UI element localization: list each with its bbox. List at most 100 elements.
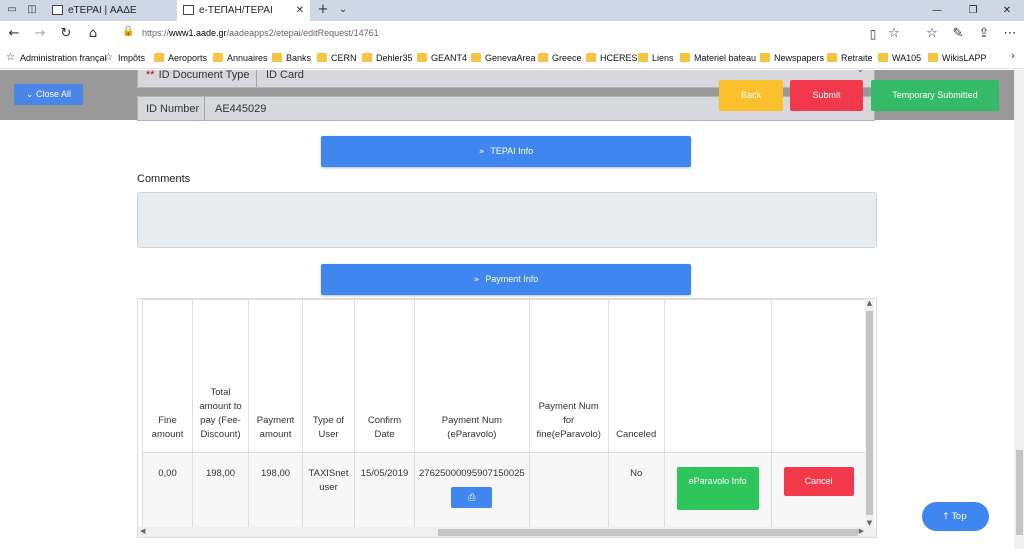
payment-num-cell: 27625000095907150025 ⎙ <box>414 452 530 531</box>
table-vertical-scrollbar[interactable]: ▲ ▼ <box>865 299 874 527</box>
favorite-folder-wikislapp[interactable]: WikisLAPP <box>928 51 987 65</box>
field-divider <box>204 97 205 121</box>
scroll-top-button[interactable]: ↑ Top <box>922 502 989 531</box>
close-tab-icon[interactable]: ✕ <box>296 0 304 21</box>
submit-button[interactable]: Submit <box>790 80 863 111</box>
tab-list-icon[interactable]: ⌄ <box>336 3 350 17</box>
payment-info-label: Payment Info <box>485 274 539 284</box>
cancel-payment-button[interactable]: Cancel <box>783 467 854 496</box>
page-icon <box>183 5 194 15</box>
payment-table-container: Fine amount Total amount to pay (Fee-Dis… <box>137 298 877 538</box>
reading-view-icon[interactable]: ▯ <box>865 26 881 42</box>
forward-icon[interactable]: → <box>32 26 48 42</box>
print-button[interactable]: ⎙ <box>451 487 493 508</box>
comments-textarea[interactable] <box>137 192 877 248</box>
favorite-folder-materiel-bateau[interactable]: Materiel bateau <box>680 51 756 65</box>
more-favorites-icon[interactable]: › <box>1005 48 1021 64</box>
tab-e-tepah[interactable]: e-ΤΕΠΑΗ/ΤΕΡΑΙ ✕ <box>177 0 310 21</box>
temporary-submitted-button[interactable]: Temporary Submitted <box>871 80 999 111</box>
favorite-impots[interactable]: ☆ Impôts <box>104 51 145 65</box>
tab-title: eTEPAI | ΑΑΔΕ <box>68 5 137 16</box>
scroll-left-icon[interactable]: ◀ <box>140 527 145 535</box>
minimize-icon[interactable]: — <box>920 0 954 21</box>
tepai-info-label: TEPAI Info <box>490 146 534 156</box>
folder-icon <box>586 53 596 62</box>
url-field[interactable]: 🔒 https://www1.aade.gr/aadeapps2/etepai/… <box>116 24 910 44</box>
back-button[interactable]: Back <box>719 80 783 111</box>
favorite-folder-hceres[interactable]: HCERES <box>586 51 638 65</box>
folder-icon <box>213 53 223 62</box>
chevron-down-icon[interactable]: ⌄ <box>856 70 864 75</box>
star-icon: ☆ <box>104 52 113 63</box>
share-icon[interactable]: ⇪ <box>976 26 992 42</box>
cancel-cell: Cancel <box>770 452 867 531</box>
scroll-right-icon[interactable]: ▶ <box>859 527 864 535</box>
scroll-down-icon[interactable]: ▼ <box>865 519 874 527</box>
close-all-button[interactable]: ⌄ Close All <box>14 84 83 105</box>
col-total-amount: Total amount to pay (Fee-Discount) <box>192 299 249 453</box>
payment-num-value: 27625000095907150025 <box>419 468 525 479</box>
payment-amount-cell: 198,00 <box>248 452 303 531</box>
address-bar-row: ← → ↻ ⌂ 🔒 https://www1.aade.gr/aadeapps2… <box>0 21 1024 47</box>
favorite-folder-retraite[interactable]: Retraite <box>827 51 873 65</box>
favorites-bar: ☆ Administration françai ☆ Impôts Aeroport… <box>0 47 1024 69</box>
payment-table: Fine amount Total amount to pay (Fee-Dis… <box>142 299 867 531</box>
folder-icon <box>928 53 938 62</box>
favorite-folder-annuaires[interactable]: Annuaires <box>213 51 268 65</box>
favorite-folder-dehler35[interactable]: Dehler35 <box>362 51 413 65</box>
tab-actions-icon[interactable]: ▭ <box>5 3 19 17</box>
arrow-up-icon: ↑ <box>942 512 950 522</box>
more-icon[interactable]: ⋯ <box>1002 26 1018 42</box>
field-divider <box>256 70 257 87</box>
page-vertical-scrollbar[interactable] <box>1014 70 1024 549</box>
favorite-folder-geant4[interactable]: GEANT4 <box>417 51 467 65</box>
scroll-thumb[interactable] <box>438 529 858 536</box>
tepai-info-button[interactable]: » TEPAI Info <box>321 136 691 167</box>
favorite-folder-banks[interactable]: Banks <box>272 51 311 65</box>
page-icon <box>52 5 63 15</box>
favorite-administration[interactable]: ☆ Administration françai <box>6 51 107 65</box>
favorite-folder-aeroports[interactable]: Aeroports <box>154 51 207 65</box>
scroll-thumb[interactable] <box>866 311 873 515</box>
favorite-folder-genevaarea[interactable]: GenevaArea <box>471 51 536 65</box>
canceled-cell: No <box>607 452 665 531</box>
favorite-folder-greece[interactable]: Greece <box>538 51 582 65</box>
favorites-hub-icon[interactable]: ☆ <box>924 26 940 42</box>
user-type-cell: TAXISnet user <box>302 452 355 531</box>
col-eparavolo-action <box>663 299 772 453</box>
favorite-folder-cern[interactable]: CERN <box>317 51 357 65</box>
col-payment-num: Payment Num (eParavolo) <box>414 299 530 453</box>
scroll-thumb[interactable] <box>1016 450 1023 535</box>
folder-icon <box>272 53 282 62</box>
col-confirm-date: Confirm Date <box>354 299 415 453</box>
favorite-folder-liens[interactable]: Liens <box>638 51 674 65</box>
new-tab-icon[interactable]: + <box>316 3 330 17</box>
tab-title: e-ΤΕΠΑΗ/ΤΕΡΑΙ <box>199 5 273 16</box>
payment-num-fine-cell <box>528 452 609 531</box>
lock-icon: 🔒 <box>122 26 135 37</box>
scroll-up-icon[interactable]: ▲ <box>865 299 874 307</box>
id-document-type-label: ** ID Document Type <box>146 70 250 81</box>
refresh-icon[interactable]: ↻ <box>58 26 74 42</box>
table-horizontal-scrollbar[interactable]: ◀ ▶ <box>138 527 876 537</box>
favorite-folder-newspapers[interactable]: Newspapers <box>760 51 824 65</box>
col-type-of-user: Type of User <box>302 299 355 453</box>
col-payment-num-fine: Payment Num for fine(eParavolo) <box>528 299 609 453</box>
set-aside-tabs-icon[interactable]: ◫ <box>25 3 39 17</box>
add-favorite-icon[interactable]: ☆ <box>886 26 902 42</box>
home-icon[interactable]: ⌂ <box>85 26 101 42</box>
folder-icon <box>878 53 888 62</box>
confirm-date-cell: 15/05/2019 <box>354 452 415 531</box>
eparavolo-cell: eParavolo Info <box>663 452 772 531</box>
fine-amount-cell: 0,00 <box>142 452 193 531</box>
payment-info-button[interactable]: » Payment Info <box>321 264 691 295</box>
eparavolo-info-button[interactable]: eParavolo Info <box>676 467 759 510</box>
tab-etepai[interactable]: eTEPAI | ΑΑΔΕ <box>46 0 176 21</box>
back-icon[interactable]: ← <box>6 26 22 42</box>
restore-icon[interactable]: ❐ <box>956 0 990 21</box>
favorite-folder-wa105[interactable]: WA105 <box>878 51 921 65</box>
folder-icon <box>827 53 837 62</box>
pen-icon[interactable]: ✎ <box>950 26 966 42</box>
window-close-icon[interactable]: ✕ <box>990 0 1024 21</box>
double-chevron-icon: » <box>478 147 485 157</box>
